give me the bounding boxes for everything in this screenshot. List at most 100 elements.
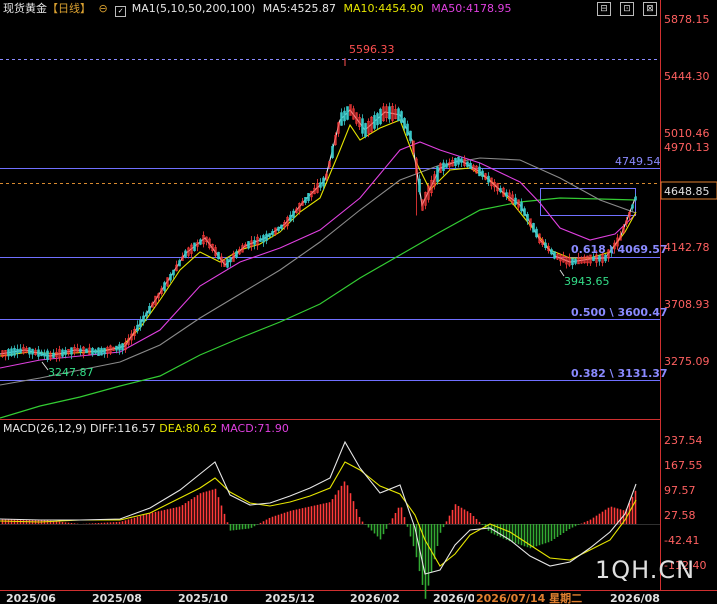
candle-body [31, 348, 34, 355]
macd-value: MACD:71.90 [220, 422, 289, 435]
candle-body [574, 258, 577, 264]
candle-body [478, 166, 481, 177]
candle-body [598, 255, 601, 262]
candle-body [64, 349, 67, 355]
time-tick: 2025/06 [6, 592, 56, 604]
time-tick: 2026/0 [433, 592, 476, 604]
candle-body [226, 258, 229, 268]
low-recent-marker [559, 269, 565, 277]
price-tick: 3275.09 [664, 355, 710, 368]
candle-body [409, 130, 412, 141]
time-tick: 2025/12 [265, 592, 315, 604]
candle-body [319, 182, 322, 188]
high-label: 5596.33 [349, 43, 395, 56]
candle-body [139, 319, 142, 328]
candle-body [442, 162, 445, 171]
candle-body [229, 258, 232, 263]
candle-body [199, 239, 202, 245]
candle-body [307, 193, 310, 201]
candle-body [304, 197, 307, 203]
price-tick: 5010.46 [664, 127, 710, 140]
candle-body [376, 113, 379, 126]
macd-header: MACD(26,12,9) DIFF:116.57 DEA:80.62 MACD… [0, 421, 289, 437]
price-tick: 4970.13 [664, 141, 710, 154]
candle-body [163, 282, 166, 291]
candle-body [217, 251, 220, 260]
candle-body [397, 108, 400, 121]
macd-tick: 97.57 [664, 484, 696, 497]
macd-tick: 237.54 [664, 434, 703, 447]
candle-body [505, 192, 508, 197]
macd-diff-value: DIFF:116.57 [90, 422, 156, 435]
candle-body [322, 177, 325, 187]
macd-dea-value: DEA:80.62 [159, 422, 218, 435]
candle-body [292, 210, 295, 219]
candle-body [115, 345, 118, 351]
candle-body [136, 324, 139, 332]
candle-body [343, 110, 346, 122]
candle-body [193, 242, 196, 252]
candle-body [46, 350, 49, 360]
candle-body [253, 240, 256, 245]
watermark: 1QH.CN [595, 556, 696, 584]
price-tick: 5444.30 [664, 70, 710, 83]
candle-body [91, 348, 94, 355]
candle-body [520, 202, 523, 212]
candle-body [532, 223, 535, 233]
price-tick: 4749.54 [615, 155, 661, 168]
candle-body [235, 251, 238, 258]
candle-body [178, 260, 181, 267]
candle-body [400, 111, 403, 123]
candle-body [535, 228, 538, 238]
price-tick: 5878.15 [664, 13, 710, 26]
candle-body [418, 178, 421, 193]
price-tick: 4142.78 [664, 241, 710, 254]
candle-body [145, 312, 148, 317]
candle-body [7, 349, 10, 357]
candle-body [481, 170, 484, 177]
candle-body [277, 226, 280, 231]
candle-body [169, 273, 172, 281]
candle-body [94, 349, 97, 354]
candle-body [571, 258, 574, 266]
time-tick: 2025/08 [92, 592, 142, 604]
candle-body [364, 123, 367, 137]
candle-body [247, 241, 250, 249]
candle-body [70, 347, 73, 355]
candle-body [466, 161, 469, 167]
candle-body [403, 118, 406, 129]
candle-body [103, 347, 106, 355]
candle-body [52, 352, 55, 358]
candle-body [544, 242, 547, 248]
moving-average-lines [0, 109, 637, 419]
candle-body [457, 156, 460, 165]
candlesticks [1, 102, 637, 363]
macd-axis: 237.54 167.55 97.57 27.58 -42.41 -112.40 [664, 434, 706, 572]
candlestick-chart[interactable]: 5596.33 3247.87 3943.65 0.618 \ 4069.57 … [0, 0, 717, 604]
candle-body [118, 344, 121, 351]
candle-body [28, 347, 31, 355]
candle-body [259, 238, 262, 242]
fib-500-label: 0.500 \ 3600.47 [571, 306, 668, 319]
candle-body [268, 233, 271, 238]
candle-body [469, 163, 472, 169]
candle-body [460, 158, 463, 163]
candle-body [100, 348, 103, 356]
candle-body [523, 208, 526, 216]
candle-body [499, 188, 502, 192]
candle-body [454, 158, 457, 166]
candle-body [148, 306, 151, 314]
candle-body [79, 348, 82, 353]
candle-body [37, 349, 40, 357]
low-recent-label: 3943.65 [564, 275, 610, 288]
candle-body [379, 108, 382, 125]
chart-window: 现货黄金【日线】 ⊖ ✓ MA1(5,10,50,200,100) MA5:45… [0, 0, 717, 604]
fib-618-label: 0.618 \ 4069.57 [571, 243, 668, 256]
ma50-line [0, 141, 637, 369]
candle-body [184, 250, 187, 258]
candle-body [436, 166, 439, 182]
macd-title[interactable]: MACD(26,12,9) [3, 422, 87, 435]
macd-tick: 27.58 [664, 509, 696, 522]
candle-body [631, 204, 634, 209]
candle-body [526, 213, 529, 221]
